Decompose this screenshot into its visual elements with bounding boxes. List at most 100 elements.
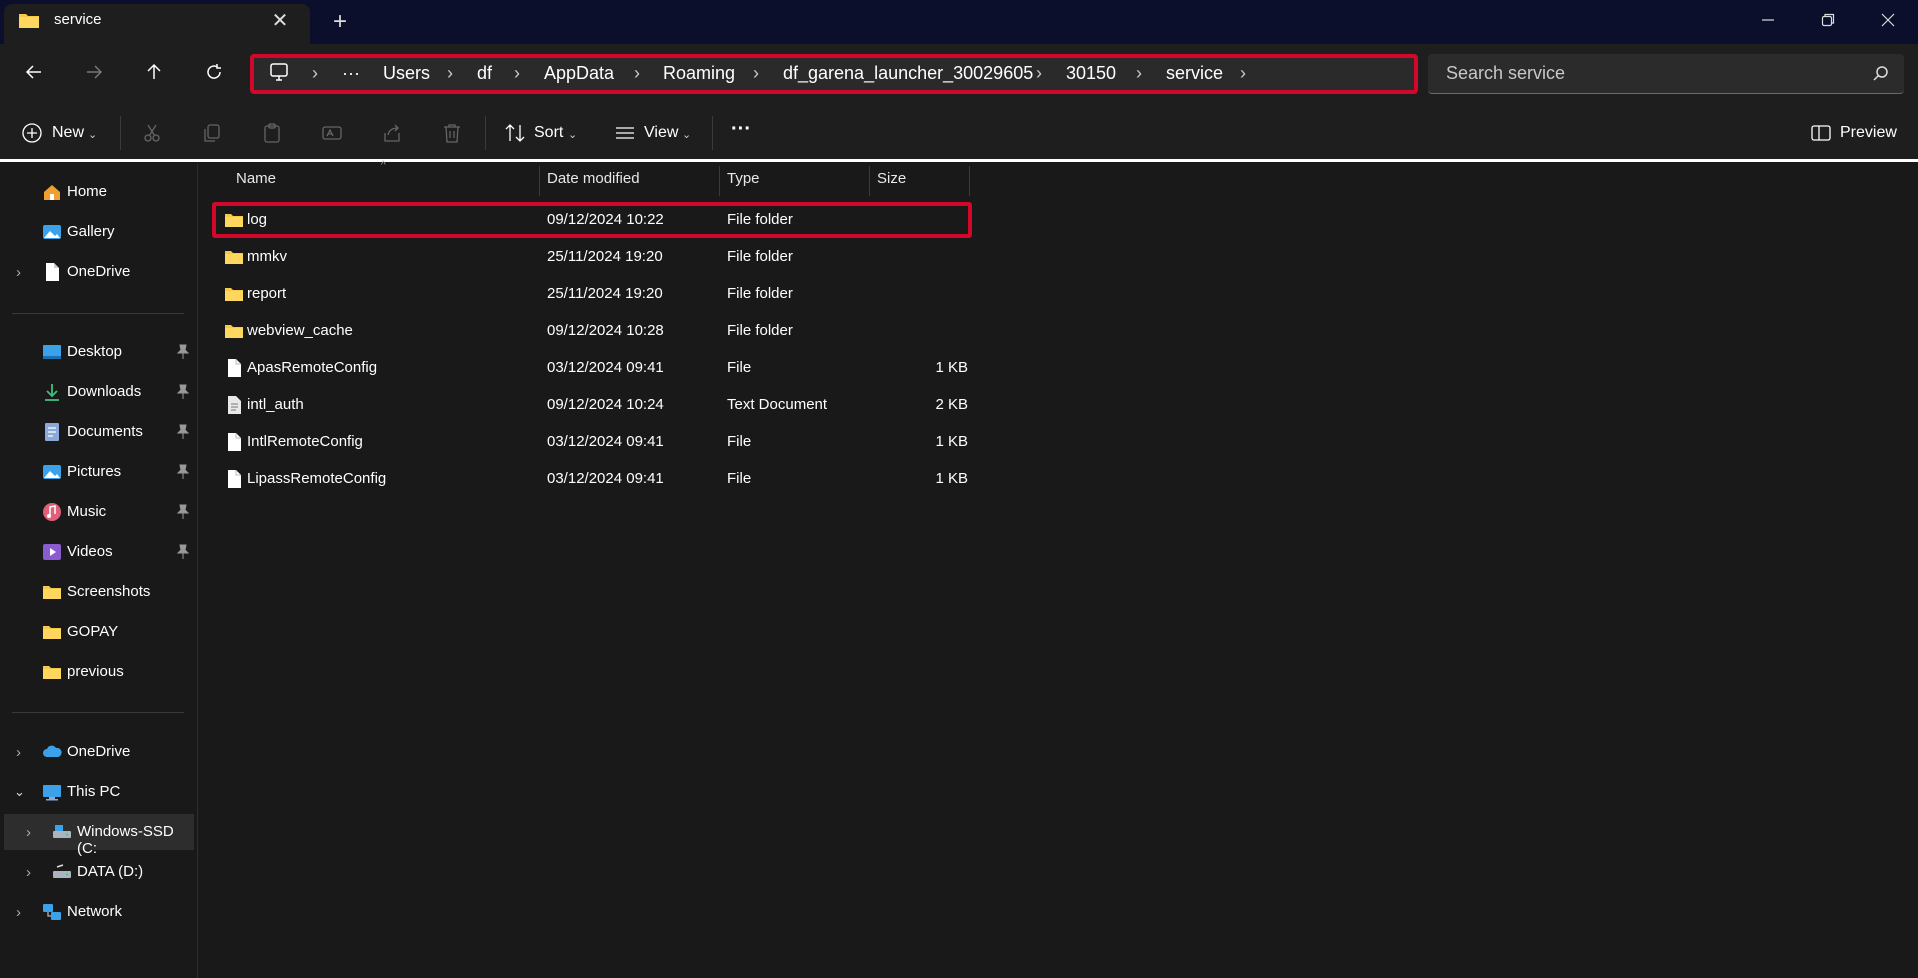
nav-gopay[interactable]: GOPAY <box>0 614 196 650</box>
command-bar <box>0 102 1918 162</box>
cut-icon[interactable] <box>141 122 163 144</box>
folder-icon <box>43 666 61 679</box>
breadcrumb-appdata[interactable]: AppData <box>544 61 614 85</box>
close-icon <box>1881 13 1895 27</box>
nav-pictures[interactable]: Pictures <box>0 454 196 490</box>
nav-downloads[interactable]: Downloads <box>0 374 196 410</box>
nav-data-d[interactable]: › DATA (D:) <box>0 854 196 890</box>
tab-close-icon[interactable]: ✕ <box>268 8 292 32</box>
nav-previous[interactable]: previous <box>0 654 196 690</box>
breadcrumb-service[interactable]: service <box>1166 61 1223 85</box>
refresh-button[interactable] <box>194 52 234 92</box>
nav-videos[interactable]: Videos <box>0 534 196 570</box>
breadcrumb-separator[interactable]: › <box>753 61 759 85</box>
chevron-down-icon[interactable]: ⌄ <box>14 784 28 800</box>
search-placeholder: Search service <box>1446 63 1566 83</box>
file-size: 1 KB <box>935 470 968 487</box>
restore-button[interactable] <box>1800 0 1856 40</box>
file-type: File <box>727 433 752 450</box>
column-separator[interactable] <box>719 166 720 196</box>
file-row[interactable]: IntlRemoteConfig 03/12/2024 09:41 File 1 KB <box>212 424 972 460</box>
file-date-modified: 09/12/2024 10:28 <box>547 322 664 339</box>
nav-screenshots[interactable]: Screenshots <box>0 574 196 610</box>
copy-icon[interactable] <box>201 122 223 144</box>
file-name: LipassRemoteConfig <box>247 470 387 487</box>
new-tab-button[interactable]: + <box>328 8 352 36</box>
separator <box>485 116 486 150</box>
column-separator[interactable] <box>969 166 970 196</box>
restore-icon <box>1821 13 1835 27</box>
file-row[interactable]: ApasRemoteConfig 03/12/2024 09:41 File 1 KB <box>212 350 972 386</box>
share-icon[interactable] <box>381 122 403 144</box>
chevron-down-icon: ⌄ <box>88 129 98 141</box>
breadcrumb-separator[interactable]: › <box>634 61 640 85</box>
pin-icon <box>176 384 190 399</box>
preview-pane-icon <box>1811 125 1831 141</box>
column-separator[interactable] <box>869 166 870 196</box>
breadcrumb-roaming[interactable]: Roaming <box>663 61 735 85</box>
paste-icon[interactable] <box>261 122 283 144</box>
file-row[interactable]: LipassRemoteConfig 03/12/2024 09:41 File 1 … <box>212 461 972 497</box>
nav-gallery[interactable]: Gallery <box>0 214 196 250</box>
plus-circle-icon <box>22 123 42 143</box>
nav-documents[interactable]: Documents <box>0 414 196 450</box>
search-icon[interactable] <box>1872 64 1890 82</box>
breadcrumb-separator[interactable]: › <box>312 61 318 85</box>
breadcrumb-separator[interactable]: › <box>1136 61 1142 85</box>
minimize-button[interactable] <box>1740 0 1796 40</box>
file-row[interactable]: mmkv 25/11/2024 19:20 File folder <box>212 239 972 275</box>
pin-icon <box>176 504 190 519</box>
nav-this-pc[interactable]: ⌄ This PC <box>0 774 196 810</box>
nav-home[interactable]: Home <box>0 174 196 210</box>
chevron-down-icon: ⌄ <box>568 129 578 141</box>
nav-label: OneDrive <box>67 263 131 280</box>
arrow-right-icon <box>87 65 103 79</box>
file-row[interactable]: intl_auth 09/12/2024 10:24 Text Document 2 … <box>212 387 972 423</box>
nav-onedrive[interactable]: › OneDrive <box>0 734 196 770</box>
drive-icon <box>53 825 71 838</box>
column-header-name[interactable]: Name <box>236 170 276 187</box>
file-row[interactable]: report 25/11/2024 19:20 File folder <box>212 276 972 312</box>
back-button[interactable] <box>14 52 54 92</box>
column-header-size[interactable]: Size <box>877 170 906 187</box>
file-icon <box>228 433 241 451</box>
arrow-left-icon <box>25 65 41 79</box>
pc-icon[interactable] <box>268 61 290 83</box>
breadcrumb-overflow[interactable]: ··· <box>342 61 360 85</box>
chevron-right-icon[interactable]: › <box>16 264 30 281</box>
file-row[interactable]: webview_cache 09/12/2024 10:28 File folder <box>212 313 972 349</box>
file-date-modified: 09/12/2024 10:24 <box>547 396 664 413</box>
folder-icon <box>225 325 243 338</box>
breadcrumb-separator[interactable]: › <box>447 61 453 85</box>
breadcrumb-separator[interactable]: › <box>1036 61 1042 85</box>
nav-windows-ssd[interactable]: › Windows-SSD (C: <box>4 814 194 857</box>
nav-onedrive-personal[interactable]: › OneDrive <box>0 254 196 290</box>
breadcrumb-separator[interactable]: › <box>514 61 520 85</box>
rename-icon[interactable] <box>321 122 343 144</box>
file-size: 1 KB <box>935 359 968 376</box>
column-header-type[interactable]: Type <box>727 170 760 187</box>
breadcrumb-users[interactable]: Users <box>383 61 430 85</box>
tab-service[interactable] <box>4 4 310 44</box>
chevron-right-icon[interactable]: › <box>26 824 40 841</box>
file-size: 1 KB <box>935 433 968 450</box>
breadcrumb-30150[interactable]: 30150 <box>1066 61 1116 85</box>
breadcrumb-launcher[interactable]: df_garena_launcher_30029605 <box>783 61 1033 85</box>
delete-icon[interactable] <box>441 122 463 144</box>
close-window-button[interactable] <box>1860 0 1916 40</box>
chevron-right-icon[interactable]: › <box>26 864 40 881</box>
nav-music[interactable]: Music <box>0 494 196 530</box>
more-options-icon[interactable]: ··· <box>731 118 751 141</box>
forward-button[interactable] <box>74 52 114 92</box>
nav-label: GOPAY <box>67 623 119 640</box>
up-button[interactable] <box>134 52 174 92</box>
nav-network[interactable]: › Network <box>0 894 196 930</box>
nav-desktop[interactable]: Desktop <box>0 334 196 370</box>
column-separator[interactable] <box>539 166 540 196</box>
column-header-date-modified[interactable]: Date modified <box>547 170 640 187</box>
breadcrumb-separator[interactable]: › <box>1240 61 1246 85</box>
folder-icon <box>225 288 243 301</box>
chevron-right-icon[interactable]: › <box>16 744 30 761</box>
chevron-right-icon[interactable]: › <box>16 904 30 921</box>
breadcrumb-df[interactable]: df <box>477 61 492 85</box>
